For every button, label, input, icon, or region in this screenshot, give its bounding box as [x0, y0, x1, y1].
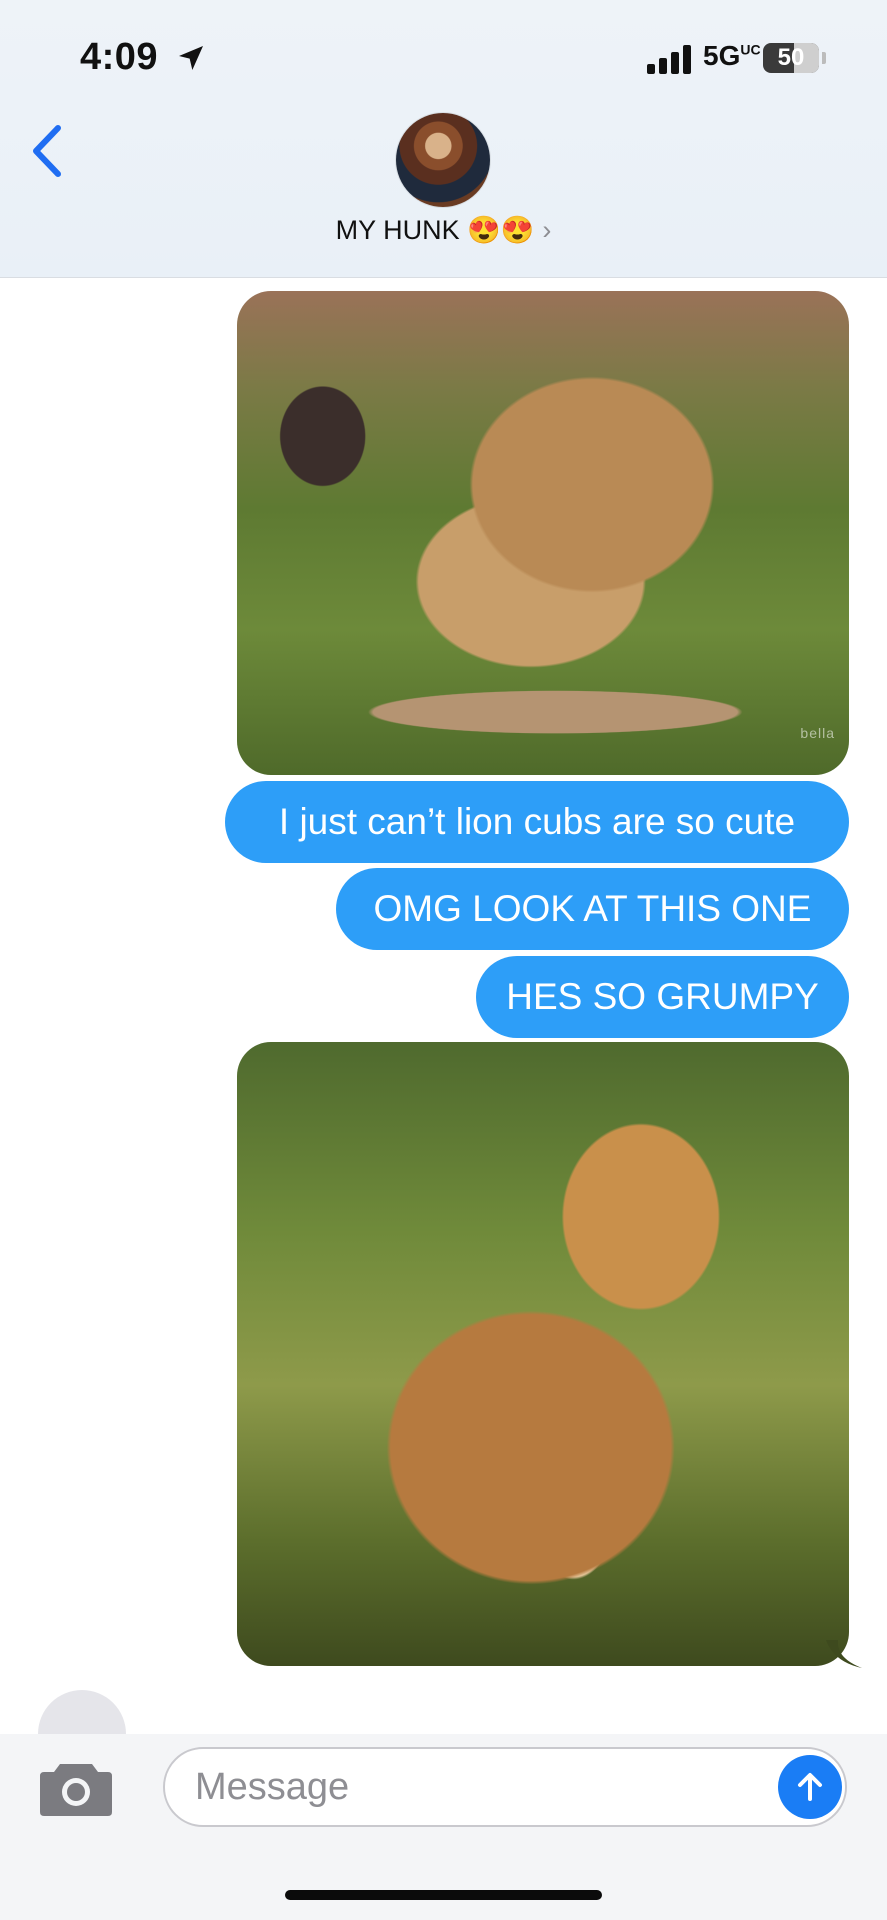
message-bubble[interactable]: I just can’t lion cubs are so cute — [225, 781, 849, 863]
photo-message-lion-cub-playing[interactable]: bella — [237, 291, 849, 775]
contact-avatar[interactable] — [396, 113, 490, 207]
message-tail — [826, 1640, 862, 1668]
contact-name-button[interactable]: MY HUNK 😍😍 › — [0, 214, 887, 246]
battery-level: 50 — [777, 44, 805, 71]
message-bubble[interactable]: HES SO GRUMPY — [476, 956, 849, 1038]
conversation-header: 4:09 5GUC 50 MY HUNK 😍😍 › — [0, 0, 887, 278]
send-button[interactable] — [778, 1755, 842, 1819]
arrow-up-icon — [798, 1773, 822, 1801]
camera-icon[interactable] — [38, 1758, 114, 1818]
message-input[interactable] — [163, 1747, 847, 1827]
location-arrow-icon — [179, 46, 203, 70]
network-type: 5GUC — [703, 40, 761, 71]
contact-name: MY HUNK 😍😍 — [335, 215, 535, 245]
back-button[interactable] — [22, 118, 72, 184]
status-time: 4:09 — [80, 36, 159, 78]
cellular-signal-icon — [647, 45, 691, 74]
chevron-right-icon: › — [542, 215, 552, 245]
photo-message-grumpy-lion-cub[interactable] — [237, 1042, 849, 1666]
battery-icon: 50 — [763, 43, 819, 73]
photo-watermark: bella — [800, 725, 835, 741]
message-bubble[interactable]: OMG LOOK AT THIS ONE — [336, 868, 849, 950]
home-indicator[interactable] — [285, 1890, 602, 1900]
battery-tip — [822, 52, 826, 64]
